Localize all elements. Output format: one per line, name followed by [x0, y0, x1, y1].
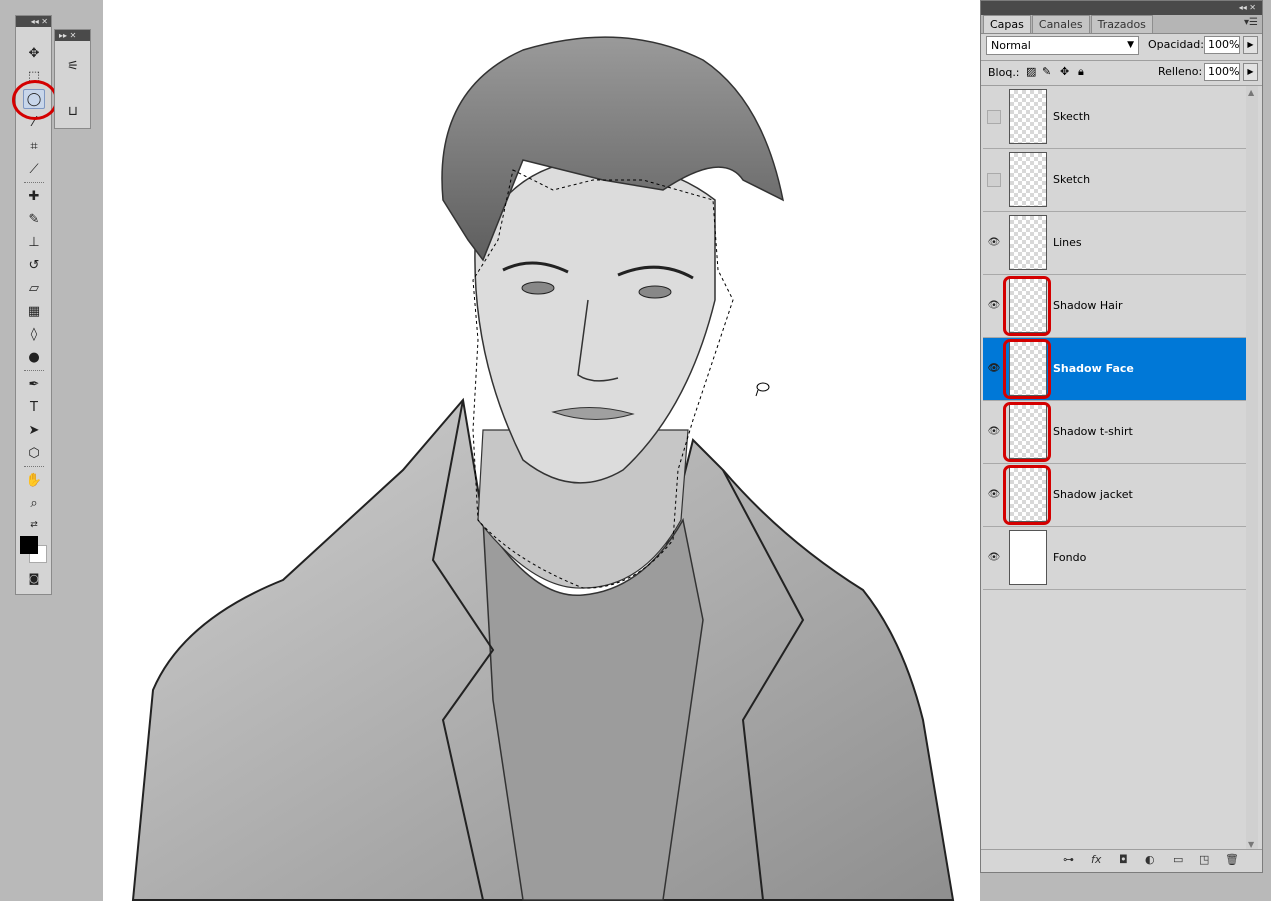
layer-row[interactable]: 👁︎ Lines — [983, 212, 1246, 275]
thumbnail-annotation-mark — [1003, 276, 1051, 336]
layer-row[interactable]: Skecth — [983, 86, 1246, 149]
healing-brush-tool-icon[interactable]: ✚ — [23, 186, 45, 206]
layer-name: Shadow jacket — [1053, 488, 1133, 501]
layer-row[interactable]: Sketch — [983, 149, 1246, 212]
layer-name: Lines — [1053, 236, 1082, 249]
new-layer-icon[interactable]: ◳ — [1199, 853, 1209, 866]
layer-row[interactable]: 👁︎ Shadow t-shirt — [983, 401, 1246, 464]
chevron-down-icon: ▼ — [1127, 40, 1134, 50]
layers-bottom-toolbar: ⊶ fx ◘ ◐ ▭ ◳ 🗑︎ — [981, 849, 1262, 872]
blur-tool-icon[interactable]: ◊ — [23, 324, 45, 344]
tab-trazados[interactable]: Trazados — [1090, 15, 1153, 33]
layer-name: Skecth — [1053, 110, 1091, 123]
move-tool-icon[interactable]: ✥ — [23, 43, 45, 63]
visibility-eye-icon[interactable]: 👁︎ — [987, 236, 1001, 250]
panel-tabs: Capas Canales Trazados ▾☰ — [981, 15, 1262, 34]
layer-name: Shadow Hair — [1053, 299, 1123, 312]
blend-mode-select[interactable]: Normal ▼ — [986, 36, 1139, 55]
opacity-input[interactable]: 100% — [1204, 36, 1240, 54]
layer-style-icon[interactable]: fx — [1091, 853, 1101, 866]
eraser-tool-icon[interactable]: ▱ — [23, 278, 45, 298]
scroll-down-icon[interactable]: ▼ — [1248, 840, 1254, 849]
layer-name: Sketch — [1053, 173, 1091, 186]
adjustment-layer-icon[interactable]: ◐ — [1145, 853, 1155, 866]
tab-capas[interactable]: Capas — [983, 15, 1031, 33]
layers-panel: ◂◂ ✕ Capas Canales Trazados ▾☰ Normal ▼ … — [980, 0, 1263, 873]
layer-thumbnail[interactable] — [1009, 152, 1047, 207]
thumbnail-annotation-mark — [1003, 465, 1051, 525]
layer-thumbnail[interactable] — [1009, 215, 1047, 270]
fill-input[interactable]: 100% — [1204, 63, 1240, 81]
layer-row[interactable]: 👁︎ Shadow Face — [983, 338, 1246, 401]
layer-thumbnail[interactable] — [1009, 89, 1047, 144]
scroll-up-icon[interactable]: ▲ — [1248, 88, 1254, 97]
visibility-eye-icon[interactable]: 👁︎ — [987, 551, 1001, 565]
history-brush-tool-icon[interactable]: ↺ — [23, 255, 45, 275]
layer-name: Shadow Face — [1053, 362, 1134, 375]
visibility-eye-icon[interactable]: 👁︎ — [987, 362, 1001, 376]
clone-source-icon[interactable]: ⊔ — [62, 101, 84, 121]
visibility-toggle-empty[interactable] — [987, 173, 1001, 187]
mini-panel-header[interactable]: ▸▸ ✕ — [55, 30, 90, 41]
quick-mask-icon[interactable]: ◙ — [23, 568, 45, 588]
clone-stamp-tool-icon[interactable]: ⊥ — [23, 232, 45, 252]
layer-name: Shadow t-shirt — [1053, 425, 1133, 438]
opacity-label: Opacidad: — [1148, 38, 1204, 51]
layers-scrollbar[interactable]: ▲ ▼ — [1246, 86, 1258, 851]
thumbnail-annotation-mark — [1003, 402, 1051, 462]
brush-tool-icon[interactable]: ✎ — [23, 209, 45, 229]
brush-presets-icon[interactable]: ⚟ — [62, 56, 84, 76]
visibility-eye-icon[interactable]: 👁︎ — [987, 299, 1001, 313]
portrait-artwork — [131, 36, 955, 901]
foreground-color-swatch[interactable] — [20, 536, 38, 554]
gradient-tool-icon[interactable]: ▦ — [23, 301, 45, 321]
type-tool-icon[interactable]: T — [23, 397, 45, 417]
lock-label: Bloq.: — [988, 66, 1020, 79]
layer-list: Skecth Sketch 👁︎ Lines 👁︎ Shadow Hair 👁︎ Shadow… — [983, 86, 1246, 590]
visibility-toggle-empty[interactable] — [987, 110, 1001, 124]
add-mask-icon[interactable]: ◘ — [1119, 853, 1128, 866]
collapsed-panel-dock: ▸▸ ✕ ⚟ ⊔ — [54, 29, 91, 129]
layer-row[interactable]: 👁︎ Shadow Hair — [983, 275, 1246, 338]
lock-pixels-icon[interactable]: ✎ — [1042, 65, 1051, 78]
path-selection-tool-icon[interactable]: ➤ — [23, 420, 45, 440]
hand-tool-icon[interactable]: ✋ — [23, 470, 45, 490]
lock-transparency-icon[interactable]: ▨ — [1026, 65, 1036, 78]
delete-layer-icon[interactable]: 🗑︎ — [1225, 853, 1239, 866]
layer-row[interactable]: 👁︎ Shadow jacket — [983, 464, 1246, 527]
tab-canales[interactable]: Canales — [1031, 15, 1090, 33]
layer-thumbnail[interactable] — [1009, 530, 1047, 585]
layer-row[interactable]: 👁︎ Fondo — [983, 527, 1246, 590]
crop-tool-icon[interactable]: ⌗ — [23, 136, 45, 156]
thumbnail-annotation-mark — [1003, 339, 1051, 399]
visibility-eye-icon[interactable]: 👁︎ — [987, 425, 1001, 439]
link-layers-icon[interactable]: ⊶ — [1063, 853, 1074, 866]
swap-colors-icon[interactable]: ⇄ — [23, 515, 45, 535]
dodge-tool-icon[interactable]: ● — [23, 347, 45, 367]
shape-tool-icon[interactable]: ⬡ — [23, 443, 45, 463]
layer-name: Fondo — [1053, 551, 1087, 564]
layers-panel-topbar[interactable]: ◂◂ ✕ — [981, 1, 1262, 15]
lock-position-icon[interactable]: ✥ — [1060, 65, 1069, 78]
tools-panel-header[interactable]: ◂◂ ✕ — [16, 16, 51, 27]
visibility-eye-icon[interactable]: 👁︎ — [987, 488, 1001, 502]
fill-slider-arrow-icon[interactable]: ▶ — [1243, 63, 1258, 81]
opacity-slider-arrow-icon[interactable]: ▶ — [1243, 36, 1258, 54]
lasso-tool-annotation-circle — [12, 80, 58, 120]
lock-all-icon[interactable]: 🔒︎ — [1078, 65, 1084, 79]
pen-tool-icon[interactable]: ✒ — [23, 374, 45, 394]
panel-menu-icon[interactable]: ▾☰ — [1244, 17, 1258, 28]
zoom-tool-icon[interactable]: ⌕ — [23, 493, 45, 513]
blend-mode-value: Normal — [991, 39, 1031, 52]
eyedropper-tool-icon[interactable]: ⟋ — [23, 159, 45, 179]
new-group-icon[interactable]: ▭ — [1173, 853, 1183, 866]
document-canvas[interactable] — [103, 0, 980, 901]
fill-label: Relleno: — [1158, 65, 1203, 78]
